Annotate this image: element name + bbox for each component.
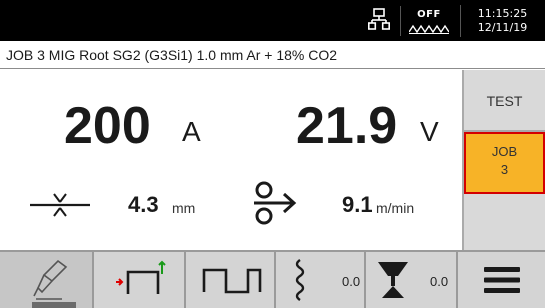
voltage-value[interactable]: 21.9 [296, 100, 397, 152]
empty-panel-slot [464, 194, 545, 250]
menu-icon [484, 267, 520, 293]
arc-status-indicator: OFF [400, 6, 456, 36]
main-display: 200 A 21.9 V 4.3 mm 9.1 m/min [0, 70, 462, 250]
crater-fill-icon [378, 262, 408, 298]
arc-off-icon [409, 24, 449, 34]
arc-status-label: OFF [417, 9, 441, 20]
two-stroke-mode-button[interactable] [96, 252, 186, 308]
ramp-icon [295, 259, 305, 301]
job-button[interactable]: JOB 3 [464, 132, 545, 194]
thickness-unit: mm [172, 200, 196, 216]
clock: 11:15:25 12/11/19 [460, 5, 544, 37]
torch-icon [33, 259, 68, 300]
torch-button[interactable] [0, 252, 94, 308]
right-panel: TEST JOB 3 [462, 70, 545, 250]
pulse-wave-icon [202, 268, 262, 294]
status-bar: OFF 11:15:25 12/11/19 [0, 0, 545, 41]
job-button-label: JOB [491, 144, 518, 159]
job-button-number: 3 [500, 162, 509, 177]
wire-feed-icon [248, 180, 298, 230]
ramp-value: 0.0 [342, 274, 361, 289]
thickness-value[interactable]: 4.3 [128, 194, 159, 216]
network-icon [368, 8, 390, 32]
crater-fill-value: 0.0 [430, 274, 449, 289]
two-stroke-mode-icon [116, 260, 166, 294]
wire-feed-value[interactable]: 9.1 [342, 194, 373, 216]
current-value[interactable]: 200 [64, 100, 151, 152]
current-unit: A [182, 116, 201, 147]
material-thickness-icon [28, 188, 92, 228]
voltage-unit: V [420, 116, 439, 147]
bottom-toolbar: 0.0 0.0 [0, 250, 545, 308]
wire-feed-unit: m/min [376, 200, 415, 216]
menu-button[interactable] [460, 252, 545, 308]
job-info-line: JOB 3 MIG Root SG2 (G3Si1) 1.0 mm Ar + 1… [0, 41, 545, 69]
clock-date: 12/11/19 [477, 21, 528, 34]
pulse-wave-button[interactable] [188, 252, 276, 308]
torch-selected-indicator [32, 302, 76, 308]
test-button[interactable]: TEST [464, 70, 545, 132]
clock-time: 11:15:25 [477, 7, 528, 20]
